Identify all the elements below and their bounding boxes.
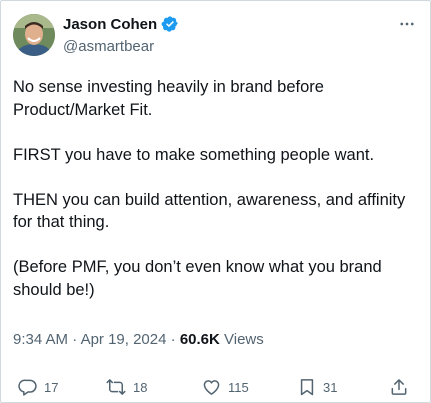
tweet-paragraph: THEN you can build attention, awareness,… (13, 190, 406, 232)
more-options-button[interactable] (396, 13, 418, 35)
views-label: Views (224, 331, 264, 348)
avatar[interactable] (13, 14, 55, 56)
reply-icon (18, 379, 37, 396)
repost-icon (106, 379, 126, 395)
tweet-paragraph: (Before PMF, you don’t even know what yo… (13, 258, 382, 299)
more-horizontal-icon (400, 22, 414, 26)
display-name[interactable]: Jason Cohen (63, 15, 179, 33)
handle[interactable]: @asmartbear (63, 38, 154, 55)
tweet-meta: 9:34 AM · Apr 19, 2024 · 60.6K Views (13, 331, 264, 348)
like-button[interactable]: 115 (201, 375, 249, 399)
tweet-paragraph: No sense investing heavily in brand befo… (13, 78, 324, 119)
bookmark-icon (300, 379, 314, 396)
like-count: 115 (228, 379, 249, 395)
heart-icon (203, 380, 220, 395)
reply-count: 17 (44, 379, 59, 395)
bookmark-button[interactable]: 31 (297, 375, 337, 399)
repost-button[interactable]: 18 (105, 375, 147, 399)
avatar-image (13, 14, 55, 56)
share-icon (391, 379, 407, 395)
bookmark-count: 31 (323, 379, 338, 395)
action-bar: 17 18 115 31 (1, 375, 430, 399)
share-button[interactable] (389, 375, 409, 399)
tweet-card: Jason Cohen @asmartbear No sense investi… (0, 0, 431, 403)
meta-separator: · (72, 331, 78, 348)
reply-button[interactable]: 17 (18, 375, 58, 399)
tweet-time[interactable]: 9:34 AM (13, 331, 68, 348)
repost-count: 18 (133, 379, 148, 395)
display-name-text[interactable]: Jason Cohen (63, 16, 157, 33)
meta-separator: · (170, 331, 176, 348)
verified-badge-icon (161, 15, 179, 33)
views-count[interactable]: 60.6K (180, 331, 220, 348)
tweet-text: No sense investing heavily in brand befo… (13, 76, 415, 301)
tweet-date[interactable]: Apr 19, 2024 (81, 331, 167, 348)
tweet-paragraph: FIRST you have to make something people … (13, 145, 375, 164)
